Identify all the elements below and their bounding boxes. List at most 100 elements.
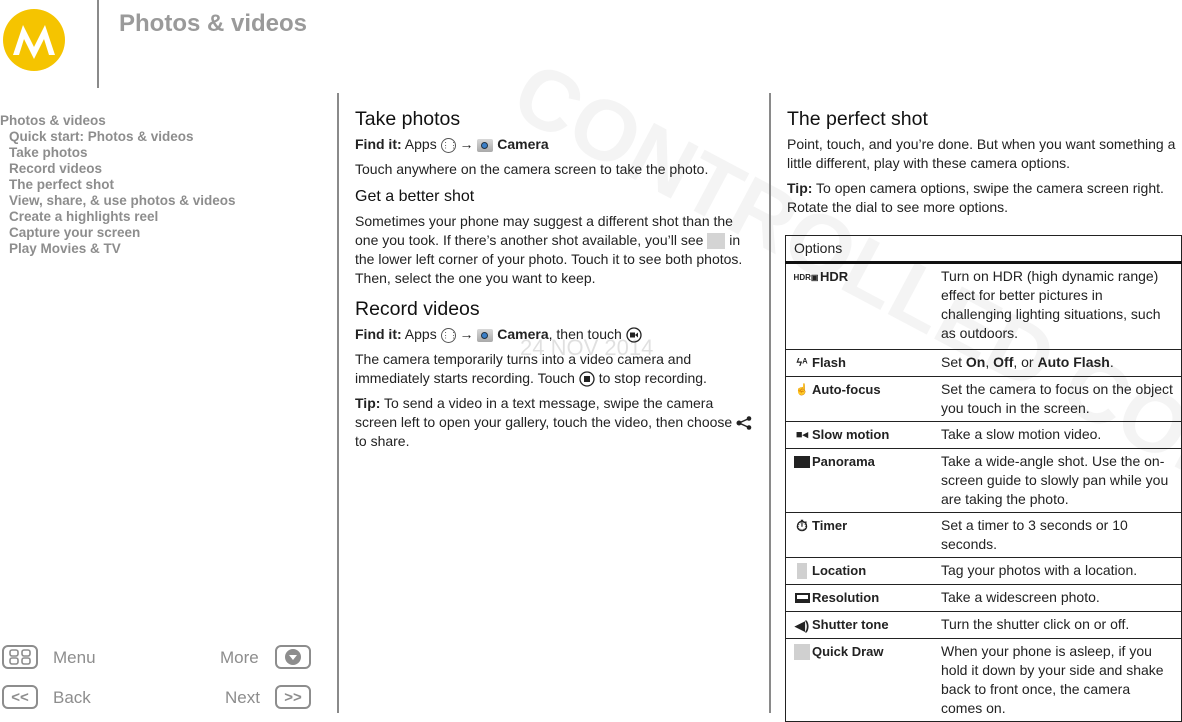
find-it-label: Find it: bbox=[355, 326, 402, 342]
toc-item[interactable]: The perfect shot bbox=[0, 177, 236, 193]
camera-app-icon bbox=[477, 328, 494, 342]
right-column: The perfect shot Point, touch, and you’r… bbox=[787, 108, 1182, 223]
take-photos-body: Touch anywhere on the camera screen to t… bbox=[355, 161, 709, 177]
table-row: ■◂ Slow motion Take a slow motion video. bbox=[785, 421, 1182, 450]
table-row: Resolution Take a widescreen photo. bbox=[785, 584, 1182, 613]
double-chevron-left-icon: << bbox=[11, 688, 29, 706]
find-it-record-videos: Find it: Apps ⋮⋮ → Camera, then touch bbox=[355, 325, 755, 344]
desc-text: . bbox=[1109, 354, 1114, 370]
table-row: ☝ Auto-focus Set the camera to focus on t… bbox=[785, 376, 1182, 423]
timer-icon: ⏱ bbox=[796, 518, 808, 536]
apps-icon: ⋮⋮ bbox=[440, 137, 458, 153]
better-shot-body: Sometimes your phone may suggest a diffe… bbox=[355, 212, 755, 288]
toc-item[interactable]: Create a highlights reel bbox=[0, 209, 236, 225]
middle-column: Take photos Find it: Apps ⋮⋮ → Camera To… bbox=[355, 108, 755, 457]
section-title-take-photos: Take photos bbox=[355, 108, 461, 130]
record-videos-text: to stop recording. bbox=[598, 370, 707, 386]
option-desc: Turn the shutter click on or off. bbox=[933, 611, 1182, 640]
toc-item[interactable]: Quick start: Photos & videos bbox=[0, 129, 236, 145]
desc-text: Set bbox=[941, 354, 966, 370]
perfect-shot-tip: Tip: To open camera options, swipe the c… bbox=[787, 179, 1182, 217]
menu-label[interactable]: Menu bbox=[53, 648, 96, 668]
share-icon bbox=[736, 416, 752, 431]
table-of-contents: Photos & videos Quick start: Photos & vi… bbox=[0, 113, 236, 257]
quick-draw-icon bbox=[792, 643, 812, 662]
section-title-perfect-shot: The perfect shot bbox=[787, 108, 928, 130]
subsection-title-better-shot: Get a better shot bbox=[355, 188, 475, 205]
panorama-icon bbox=[792, 453, 812, 472]
apps-text: Apps bbox=[404, 326, 437, 342]
option-name: Location bbox=[812, 563, 867, 579]
back-button[interactable]: << bbox=[2, 685, 38, 709]
location-icon bbox=[792, 562, 812, 581]
toc-item[interactable]: Take photos bbox=[0, 145, 236, 161]
option-desc: Tag your photos with a location. bbox=[933, 557, 1182, 586]
find-it-take-photos: Find it: Apps ⋮⋮ → Camera bbox=[355, 135, 755, 154]
toc-item[interactable]: Play Movies & TV bbox=[0, 241, 236, 257]
option-desc: Set a timer to 3 seconds or 10 seconds. bbox=[933, 512, 1182, 559]
tip-label: Tip: bbox=[355, 395, 381, 411]
toc-item[interactable]: Record videos bbox=[0, 161, 236, 177]
resolution-icon bbox=[792, 589, 812, 608]
option-desc: Set On, Off, or Auto Flash. bbox=[933, 348, 1182, 378]
option-desc: Set the camera to focus on the object yo… bbox=[933, 376, 1182, 423]
tip-text: to share. bbox=[355, 433, 410, 449]
toc-item[interactable]: Capture your screen bbox=[0, 225, 236, 241]
perfect-shot-intro: Point, touch, and you’re done. But when … bbox=[787, 136, 1176, 171]
next-button[interactable]: >> bbox=[275, 685, 311, 709]
toc-item[interactable]: View, share, & use photos & videos bbox=[0, 193, 236, 209]
option-desc: Take a slow motion video. bbox=[933, 421, 1182, 450]
motorola-logo bbox=[3, 9, 65, 71]
header-divider bbox=[97, 0, 99, 88]
table-row: ◀) Shutter tone Turn the shutter click on… bbox=[785, 611, 1182, 640]
option-desc: Take a wide-angle shot. Use the on-scree… bbox=[933, 448, 1182, 514]
better-shot-text: Sometimes your phone may suggest a diffe… bbox=[355, 213, 733, 248]
desc-text: , or bbox=[1013, 354, 1038, 370]
column-divider-right bbox=[769, 93, 771, 713]
option-name: Shutter tone bbox=[812, 617, 889, 633]
tip-label: Tip: bbox=[787, 180, 813, 196]
then-touch-text: , then touch bbox=[548, 326, 622, 342]
next-label[interactable]: Next bbox=[225, 688, 260, 708]
table-row: ⏱ Timer Set a timer to 3 seconds or 10 se… bbox=[785, 512, 1182, 559]
option-name: Timer bbox=[812, 518, 848, 534]
table-row: ϟᴬ Flash Set On, Off, or Auto Flash. bbox=[785, 348, 1182, 378]
option-name: Quick Draw bbox=[812, 644, 884, 660]
menu-button[interactable] bbox=[2, 645, 38, 669]
desc-bold: Auto Flash bbox=[1037, 354, 1110, 370]
best-shot-icon bbox=[707, 233, 726, 250]
find-it-label: Find it: bbox=[355, 136, 402, 152]
apps-icon: ⋮⋮ bbox=[440, 327, 458, 343]
record-videos-body: The camera temporarily turns into a vide… bbox=[355, 350, 755, 388]
record-video-icon bbox=[626, 327, 642, 343]
option-desc: Take a widescreen photo. bbox=[933, 584, 1182, 613]
section-title-record-videos: Record videos bbox=[355, 298, 480, 320]
apps-text: Apps bbox=[404, 136, 437, 152]
column-divider-left bbox=[337, 93, 339, 713]
option-name: Auto-focus bbox=[812, 382, 881, 398]
back-label[interactable]: Back bbox=[53, 688, 91, 708]
table-row: Panorama Take a wide-angle shot. Use the… bbox=[785, 448, 1182, 514]
table-row: Quick Draw When your phone is asleep, if… bbox=[785, 638, 1182, 722]
speaker-icon: ◀) bbox=[794, 618, 810, 634]
camera-text: Camera bbox=[497, 136, 549, 152]
tip-text: To open camera options, swipe the camera… bbox=[787, 180, 1164, 215]
camera-app-icon bbox=[477, 138, 494, 152]
touch-focus-icon: ☝ bbox=[795, 384, 809, 397]
record-videos-tip: Tip: To send a video in a text message, … bbox=[355, 394, 755, 451]
toc-heading[interactable]: Photos & videos bbox=[0, 113, 236, 129]
arrow-icon: → bbox=[459, 136, 474, 152]
grid-icon bbox=[9, 649, 31, 665]
desc-bold: On bbox=[965, 354, 986, 370]
more-label[interactable]: More bbox=[220, 648, 259, 668]
arrow-icon: → bbox=[459, 326, 474, 342]
option-name: HDR bbox=[820, 269, 849, 284]
desc-bold: Off bbox=[993, 354, 1014, 370]
more-button[interactable] bbox=[275, 645, 311, 669]
option-name: Flash bbox=[812, 355, 846, 370]
option-desc: Turn on HDR (high dynamic range) effect … bbox=[933, 262, 1182, 350]
desc-text: , bbox=[985, 354, 994, 370]
video-camera-icon: ■◂ bbox=[795, 429, 809, 442]
camera-text: Camera bbox=[497, 326, 549, 342]
hdr-icon: HDR▣ bbox=[793, 273, 819, 283]
